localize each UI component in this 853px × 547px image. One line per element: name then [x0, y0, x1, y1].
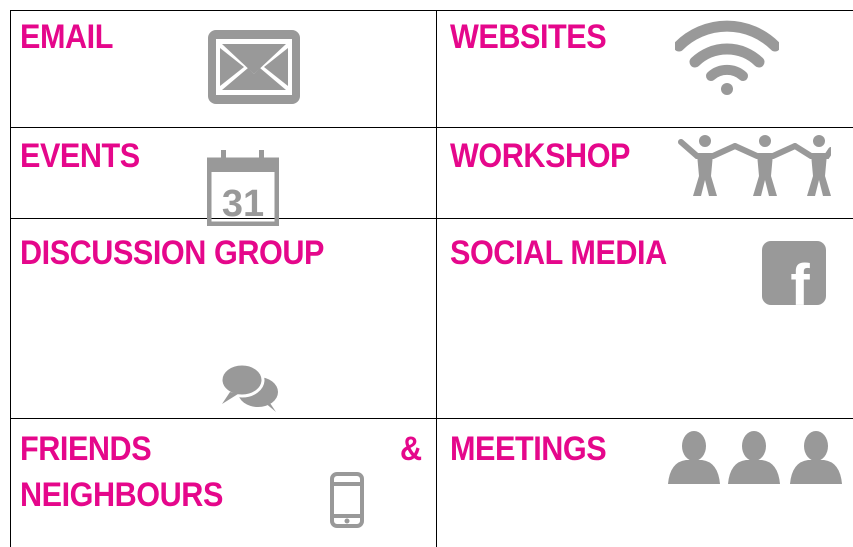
websites-label: WEBSITES [450, 18, 607, 56]
friends-ampersand: & [400, 430, 422, 468]
left-border [10, 10, 11, 547]
email-label: EMAIL [20, 18, 113, 56]
svg-text:f: f [790, 253, 810, 305]
envelope-icon [208, 30, 300, 104]
facebook-icon: f [762, 241, 826, 305]
mobile-phone-icon [330, 472, 364, 528]
discussion-group-label: DISCUSSION GROUP [20, 234, 324, 272]
row-divider-1 [10, 127, 853, 128]
wifi-icon [675, 18, 779, 96]
social-media-label: SOCIAL MEDIA [450, 234, 667, 272]
top-border [10, 10, 853, 11]
people-holding-hands-icon [677, 134, 831, 198]
row-divider-3 [10, 418, 853, 419]
workshop-label: WORKSHOP [450, 137, 630, 175]
friends-label-line2: NEIGHBOURS [20, 476, 223, 514]
meetings-label: MEETINGS [450, 430, 607, 468]
friends-label-line1: FRIENDS [20, 430, 152, 468]
svg-text:31: 31 [222, 183, 264, 225]
calendar-icon: 31 [207, 150, 279, 226]
row-divider-2 [10, 218, 853, 219]
events-label: EVENTS [20, 137, 140, 175]
column-divider [436, 10, 437, 547]
users-icon [668, 430, 848, 486]
speech-bubbles-icon [220, 362, 280, 414]
